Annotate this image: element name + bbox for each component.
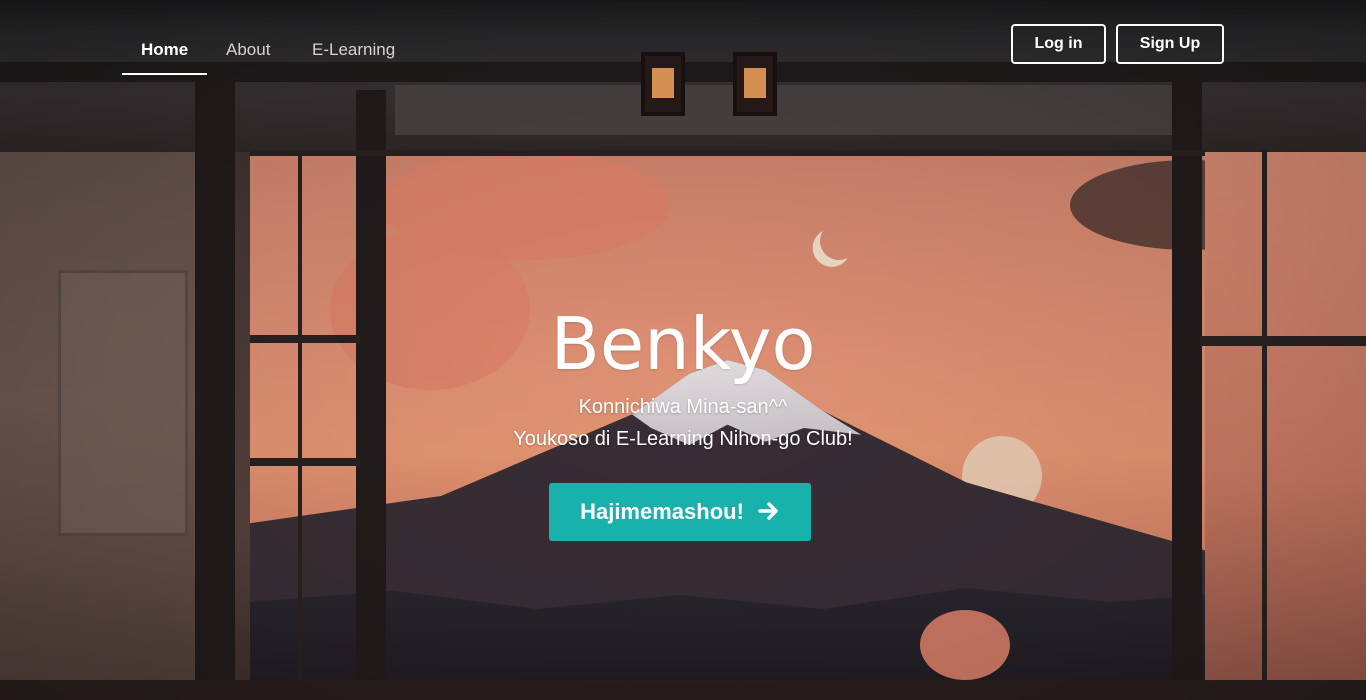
arrow-right-icon [758,499,780,525]
nav-about-link[interactable]: About [226,40,270,60]
navbar: Home About E-Learning Log in Sign Up [0,0,1366,80]
signup-button[interactable]: Sign Up [1116,24,1224,64]
login-button[interactable]: Log in [1011,24,1106,64]
hero-welcome: Youkoso di E-Learning Nihon-go Club! [513,428,853,450]
hero-title: Benkyo [550,302,816,386]
cta-label: Hajimemashou! [580,499,744,524]
nav-elearning-link[interactable]: E-Learning [312,40,395,60]
hero-greeting: Konnichiwa Mina-san^^ [578,396,788,418]
active-nav-indicator [122,73,207,75]
hero-section: Benkyo Konnichiwa Mina-san^^ Youkoso di … [0,0,1366,700]
get-started-button[interactable]: Hajimemashou! [549,483,811,541]
nav-home-link[interactable]: Home [141,40,188,60]
